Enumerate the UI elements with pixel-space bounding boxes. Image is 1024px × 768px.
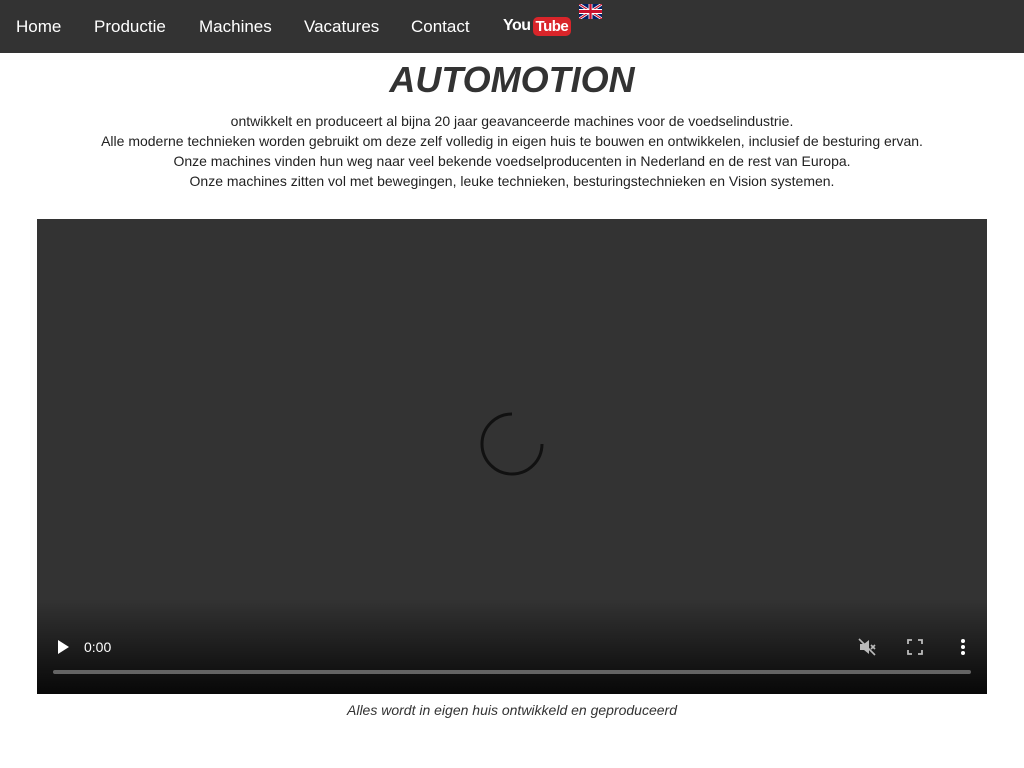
video-current-time: 0:00 [84, 639, 112, 655]
youtube-logo-you: You [503, 17, 531, 34]
loading-spinner-icon [480, 412, 544, 476]
video-progress-bar[interactable] [53, 670, 971, 674]
video-player[interactable]: 0:00 [37, 219, 987, 694]
intro-line: Onze machines zitten vol met bewegingen,… [189, 173, 835, 189]
nav-item-machines[interactable]: Machines [199, 0, 272, 53]
more-options-icon[interactable] [959, 637, 967, 657]
intro-line: Alle moderne technieken worden gebruikt … [101, 133, 923, 149]
intro-text: ontwikkelt en produceert al bijna 20 jaa… [0, 111, 1024, 191]
youtube-logo-tube: Tube [532, 16, 572, 36]
video-caption: Alles wordt in eigen huis ontwikkeld en … [347, 702, 677, 718]
muted-speaker-icon[interactable] [857, 637, 877, 657]
navbar: Home Productie Machines Vacatures Contac… [0, 0, 1024, 53]
uk-flag-icon[interactable] [579, 4, 602, 19]
play-icon[interactable] [56, 639, 70, 655]
intro-line: ontwikkelt en produceert al bijna 20 jaa… [230, 113, 794, 129]
youtube-logo[interactable]: You Tube [503, 16, 572, 36]
nav-item-home[interactable]: Home [16, 0, 61, 53]
nav-item-contact[interactable]: Contact [411, 0, 470, 53]
nav-item-productie[interactable]: Productie [94, 0, 166, 53]
video-controls-backdrop [37, 599, 987, 694]
nav-item-vacatures[interactable]: Vacatures [304, 0, 379, 53]
fullscreen-icon[interactable] [907, 639, 923, 655]
page-title: AUTOMOTION [389, 59, 635, 100]
intro-line: Onze machines vinden hun weg naar veel b… [173, 153, 851, 169]
